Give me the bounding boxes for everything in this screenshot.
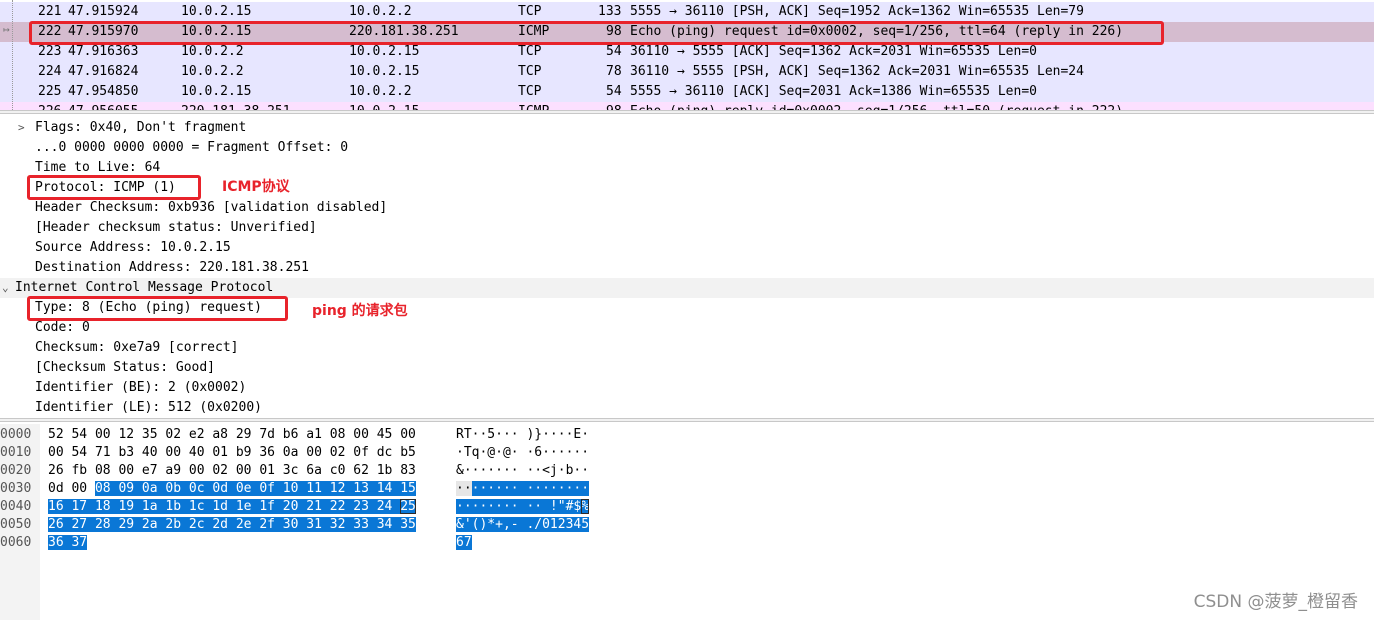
- packet-length: 98: [606, 102, 622, 110]
- packet-number: 224: [38, 64, 62, 79]
- packet-time: 47.956055: [68, 102, 138, 110]
- packet-details[interactable]: > Flags: 0x40, Don't fragment ...0 0000 …: [0, 116, 1374, 418]
- detail-identifier-le[interactable]: Identifier (LE): 512 (0x0200): [0, 398, 1374, 418]
- detail-icmp-checksum-status[interactable]: [Checksum Status: Good]: [0, 358, 1374, 378]
- packet-protocol: TCP: [518, 44, 542, 59]
- packet-row[interactable]: 225 47.954850 10.0.2.15 10.0.2.2 TCP 54 …: [0, 82, 1374, 102]
- chevron-right-icon[interactable]: >: [18, 118, 25, 138]
- packet-row[interactable]: 226 47.956055 220.181.38.251 10.0.2.15 I…: [0, 102, 1374, 110]
- packet-number: 225: [38, 84, 62, 99]
- pane-splitter[interactable]: [0, 418, 1374, 422]
- packet-info: Echo (ping) reply id=0x0002, seq=1/256, …: [630, 102, 1123, 110]
- packet-source: 10.0.2.2: [181, 44, 244, 59]
- packet-number: 221: [38, 4, 62, 19]
- packet-bytes[interactable]: 0000 52 54 00 12 35 02 e2 a8 29 7d b6 a1…: [0, 424, 1374, 620]
- packet-row[interactable]: 221 47.915924 10.0.2.15 10.0.2.2 TCP 133…: [0, 2, 1374, 22]
- packet-info: 5555 → 36110 [PSH, ACK] Seq=1952 Ack=136…: [630, 4, 1084, 19]
- detail-source-address[interactable]: Source Address: 10.0.2.15: [0, 238, 1374, 258]
- selected-bytes: 26 27 28 29 2a 2b 2c 2d 2e 2f 30 31 32 3…: [48, 517, 416, 532]
- selected-bytes: 08 09 0a 0b 0c 0d 0e 0f 10 11 12 13 14 1…: [94, 481, 416, 496]
- detail-ip-flags[interactable]: > Flags: 0x40, Don't fragment: [0, 118, 1374, 138]
- highlight-box-icmp-type: [27, 296, 288, 321]
- packet-length: 78: [606, 64, 622, 79]
- detail-header-checksum[interactable]: Header Checksum: 0xb936 [validation disa…: [0, 198, 1374, 218]
- packet-time: 47.954850: [68, 84, 139, 99]
- packet-list[interactable]: 221 47.915924 10.0.2.15 10.0.2.2 TCP 133…: [0, 0, 1374, 110]
- packet-length: 54: [606, 84, 622, 99]
- detail-destination-address[interactable]: Destination Address: 220.181.38.251: [0, 258, 1374, 278]
- packet-time: 47.916824: [68, 64, 139, 79]
- bytes-row[interactable]: 0000 52 54 00 12 35 02 e2 a8 29 7d b6 a1…: [0, 426, 1374, 444]
- bytes-row[interactable]: 0040 16 17 18 19 1a 1b 1c 1d 1e 1f 20 21…: [0, 498, 1374, 516]
- bytes-row[interactable]: 0020 26 fb 08 00 e7 a9 00 02 00 01 3c 6a…: [0, 462, 1374, 480]
- bytes-row[interactable]: 0030 0d 00 08 09 0a 0b 0c 0d 0e 0f 10 11…: [0, 480, 1374, 498]
- bytes-row[interactable]: 0050 26 27 28 29 2a 2b 2c 2d 2e 2f 30 31…: [0, 516, 1374, 534]
- detail-ttl[interactable]: Time to Live: 64: [0, 158, 1374, 178]
- packet-source: 10.0.2.15: [181, 84, 252, 99]
- packet-destination: 10.0.2.2: [349, 4, 412, 19]
- packet-protocol: TCP: [518, 4, 542, 19]
- packet-destination: 10.0.2.2: [349, 84, 412, 99]
- annotation-ping-request: ping 的请求包: [312, 303, 408, 319]
- packet-row[interactable]: 223 47.916363 10.0.2.2 10.0.2.15 TCP 54 …: [0, 42, 1374, 62]
- bytes-row[interactable]: 0010 00 54 71 b3 40 00 40 01 b9 36 0a 00…: [0, 444, 1374, 462]
- packet-time: 47.916363: [68, 44, 139, 59]
- packet-destination: 10.0.2.15: [349, 102, 419, 110]
- bytes-row[interactable]: 0060 36 37 67: [0, 534, 1374, 552]
- watermark: CSDN @菠萝_橙留香: [1193, 592, 1358, 612]
- packet-destination: 10.0.2.15: [349, 64, 420, 79]
- packet-info: 36110 → 5555 [ACK] Seq=1362 Ack=2031 Win…: [630, 44, 1037, 59]
- packet-source: 10.0.2.2: [181, 64, 244, 79]
- detail-protocol[interactable]: Protocol: ICMP (1): [0, 178, 1374, 198]
- detail-icmp-header[interactable]: ⌄ Internet Control Message Protocol: [0, 278, 1374, 298]
- packet-number: 226: [38, 102, 61, 110]
- selected-ascii: 67: [456, 535, 472, 550]
- selected-ascii: &'()*+,- ./012345: [456, 517, 590, 532]
- packet-number: 223: [38, 44, 62, 59]
- selected-bytes: 16 17 18 19 1a 1b 1c 1d 1e 1f 20 21 22 2…: [48, 499, 401, 514]
- detail-icmp-code[interactable]: Code: 0: [0, 318, 1374, 338]
- packet-protocol: ICMP: [518, 102, 549, 110]
- highlight-box-protocol: [27, 175, 201, 200]
- packet-row[interactable]: 224 47.916824 10.0.2.2 10.0.2.15 TCP 78 …: [0, 62, 1374, 82]
- packet-destination: 10.0.2.15: [349, 44, 420, 59]
- hovered-ascii: %: [581, 499, 590, 514]
- pane-splitter[interactable]: [0, 110, 1374, 114]
- packet-info: 36110 → 5555 [PSH, ACK] Seq=1362 Ack=203…: [630, 64, 1084, 79]
- selected-ascii: ······ ········: [471, 481, 590, 496]
- packet-protocol: TCP: [518, 84, 542, 99]
- packet-info: 5555 → 36110 [ACK] Seq=2031 Ack=1386 Win…: [630, 84, 1037, 99]
- selected-bytes: 36 37: [48, 535, 88, 550]
- detail-header-checksum-status[interactable]: [Header checksum status: Unverified]: [0, 218, 1374, 238]
- packet-length: 133: [598, 4, 622, 19]
- packet-length: 54: [606, 44, 622, 59]
- selected-ascii: ········ ·· !"#$: [456, 499, 582, 514]
- detail-icmp-checksum[interactable]: Checksum: 0xe7a9 [correct]: [0, 338, 1374, 358]
- packet-time: 47.915924: [68, 4, 139, 19]
- detail-fragment-offset[interactable]: ...0 0000 0000 0000 = Fragment Offset: 0: [0, 138, 1374, 158]
- annotation-icmp-protocol: ICMP协议: [222, 179, 290, 195]
- packet-protocol: TCP: [518, 64, 542, 79]
- chevron-down-icon[interactable]: ⌄: [2, 278, 9, 298]
- detail-identifier-be[interactable]: Identifier (BE): 2 (0x0002): [0, 378, 1374, 398]
- related-packet-arrow-icon: ↦: [3, 23, 10, 36]
- packet-source: 10.0.2.15: [181, 4, 252, 19]
- related-packets-line: [12, 0, 14, 110]
- highlight-box-packet-222: [29, 21, 1164, 45]
- hovered-byte: 25: [400, 499, 416, 514]
- packet-source: 220.181.38.251: [181, 102, 291, 110]
